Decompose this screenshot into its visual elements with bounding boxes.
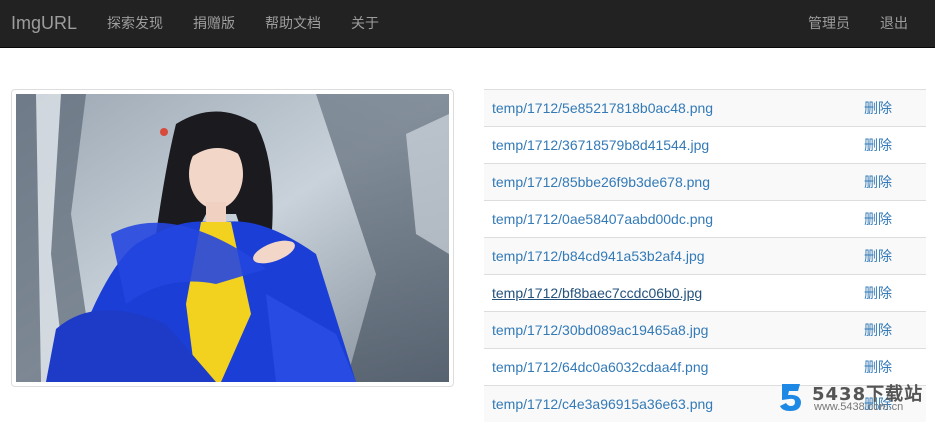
delete-link[interactable]: 删除 [864, 283, 926, 303]
delete-link[interactable]: 删除 [864, 172, 926, 192]
delete-link[interactable]: 删除 [864, 135, 926, 155]
file-link[interactable]: temp/1712/5e85217818b0ac48.png [484, 100, 864, 116]
nav-left: 探索发现 捐赠版 帮助文档 关于 [92, 0, 394, 48]
file-link[interactable]: temp/1712/36718579b8d41544.jpg [484, 137, 864, 153]
file-list: temp/1712/5e85217818b0ac48.png 删除 temp/1… [484, 89, 926, 422]
file-row: temp/1712/5e85217818b0ac48.png 删除 [484, 89, 926, 126]
delete-link[interactable]: 删除 [864, 98, 926, 118]
navbar: ImgURL 探索发现 捐赠版 帮助文档 关于 管理员 退出 [0, 0, 935, 48]
file-link[interactable]: temp/1712/64dc0a6032cdaa4f.png [484, 359, 864, 375]
file-row: temp/1712/b84cd941a53b2af4.jpg 删除 [484, 237, 926, 274]
nav-help-docs[interactable]: 帮助文档 [250, 0, 336, 48]
delete-link[interactable]: 删除 [864, 320, 926, 340]
file-link[interactable]: temp/1712/30bd089ac19465a8.jpg [484, 322, 864, 338]
nav-about[interactable]: 关于 [336, 0, 394, 48]
nav-donate[interactable]: 捐赠版 [178, 0, 250, 48]
file-row: temp/1712/30bd089ac19465a8.jpg 删除 [484, 311, 926, 348]
delete-link[interactable]: 删除 [864, 209, 926, 229]
preview-photo [16, 94, 449, 382]
file-row: temp/1712/36718579b8d41544.jpg 删除 [484, 126, 926, 163]
nav-admin[interactable]: 管理员 [793, 0, 865, 48]
delete-link[interactable]: 删除 [864, 246, 926, 266]
watermark-url: www.5438.com.cn [814, 401, 904, 413]
file-link-hovered[interactable]: temp/1712/bf8baec7ccdc06b0.jpg [484, 285, 864, 301]
watermark-logo-icon [780, 384, 801, 411]
file-row: temp/1712/0ae58407aabd00dc.png 删除 [484, 200, 926, 237]
image-preview[interactable] [11, 89, 454, 387]
file-row: temp/1712/bf8baec7ccdc06b0.jpg 删除 [484, 274, 926, 311]
file-link[interactable]: temp/1712/0ae58407aabd00dc.png [484, 211, 864, 227]
file-link[interactable]: temp/1712/b84cd941a53b2af4.jpg [484, 248, 864, 264]
delete-link[interactable]: 删除 [864, 357, 926, 377]
watermark: 5438下载站 www.5438.com.cn [778, 380, 928, 416]
brand-logo[interactable]: ImgURL [11, 12, 77, 34]
nav-right: 管理员 退出 [793, 0, 923, 48]
file-row: temp/1712/85bbe26f9b3de678.png 删除 [484, 163, 926, 200]
file-link[interactable]: temp/1712/85bbe26f9b3de678.png [484, 174, 864, 190]
nav-explore[interactable]: 探索发现 [92, 0, 178, 48]
nav-logout[interactable]: 退出 [865, 0, 923, 48]
